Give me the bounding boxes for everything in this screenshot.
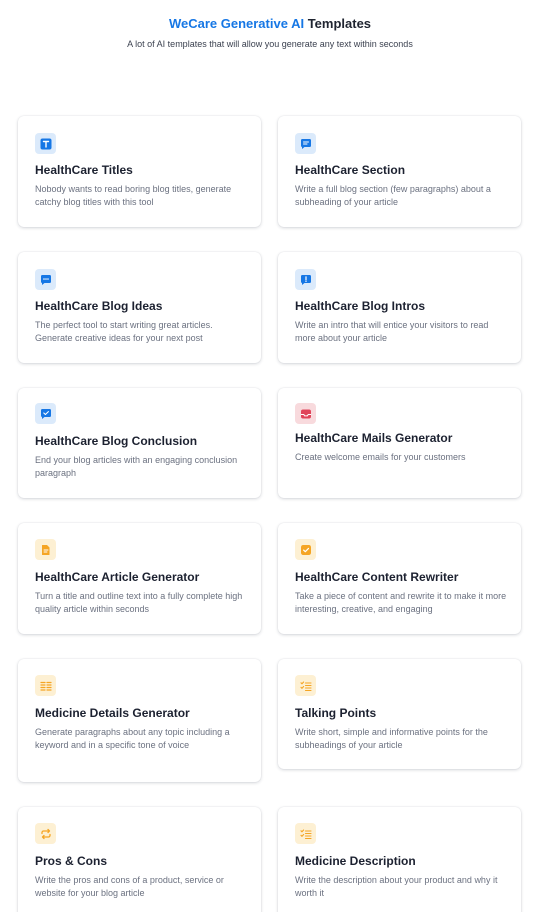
card-description: Nobody wants to read boring blog titles,… bbox=[35, 184, 232, 207]
card-description: Write an intro that will entice your vis… bbox=[295, 320, 489, 343]
card-description: Write the description about your product… bbox=[295, 875, 498, 898]
card-title: HealthCare Blog Conclusion bbox=[35, 434, 198, 448]
title-suffix: Templates bbox=[304, 16, 372, 31]
page-header: WeCare Generative AI Templates A lot of … bbox=[0, 16, 540, 50]
template-card-talking-points[interactable]: Talking Points Write short, simple and i… bbox=[278, 659, 521, 769]
repeat-icon bbox=[35, 823, 56, 844]
chat-check-icon bbox=[35, 403, 56, 424]
template-card-healthcare-blog-conclusion[interactable]: HealthCare Blog Conclusion End your blog… bbox=[18, 388, 261, 498]
page-title: WeCare Generative AI Templates bbox=[0, 16, 540, 32]
template-card-healthcare-mails-generator[interactable]: HealthCare Mails Generator Create welcom… bbox=[278, 388, 521, 498]
checkbox-icon bbox=[295, 539, 316, 560]
card-title: HealthCare Mails Generator bbox=[295, 431, 453, 445]
text-title-icon bbox=[35, 133, 56, 154]
card-description: End your blog articles with an engaging … bbox=[35, 455, 238, 478]
document-icon bbox=[35, 539, 56, 560]
chat-dots-icon bbox=[35, 269, 56, 290]
checklist-icon bbox=[295, 675, 316, 696]
card-description: Write the pros and cons of a product, se… bbox=[35, 875, 224, 898]
card-description: The perfect tool to start writing great … bbox=[35, 320, 213, 343]
template-card-medicine-details-generator[interactable]: Medicine Details Generator Generate para… bbox=[18, 659, 261, 782]
card-title: HealthCare Section bbox=[295, 163, 406, 177]
card-description: Write short, simple and informative poin… bbox=[295, 727, 488, 750]
card-description: Turn a title and outline text into a ful… bbox=[35, 591, 243, 614]
template-card-medicine-description[interactable]: Medicine Description Write the descripti… bbox=[278, 807, 521, 912]
columns-icon bbox=[35, 675, 56, 696]
card-title: HealthCare Article Generator bbox=[35, 570, 200, 584]
template-card-healthcare-article-generator[interactable]: HealthCare Article Generator Turn a titl… bbox=[18, 523, 261, 634]
template-card-healthcare-section[interactable]: HealthCare Section Write a full blog sec… bbox=[278, 116, 521, 227]
card-description: Create welcome emails for your customers bbox=[295, 452, 466, 462]
message-icon bbox=[295, 133, 316, 154]
template-card-healthcare-blog-ideas[interactable]: HealthCare Blog Ideas The perfect tool t… bbox=[18, 252, 261, 363]
card-title: Medicine Details Generator bbox=[35, 706, 190, 720]
card-title: HealthCare Blog Intros bbox=[295, 299, 426, 313]
chat-alert-icon bbox=[295, 269, 316, 290]
card-description: Generate paragraphs about any topic incl… bbox=[35, 727, 230, 750]
template-card-healthcare-titles[interactable]: HealthCare Titles Nobody wants to read b… bbox=[18, 116, 261, 227]
card-title: HealthCare Content Rewriter bbox=[295, 570, 459, 584]
card-title: Medicine Description bbox=[295, 854, 416, 868]
card-title: Talking Points bbox=[295, 706, 377, 720]
list-check-icon bbox=[295, 823, 316, 844]
template-card-healthcare-content-rewriter[interactable]: HealthCare Content Rewriter Take a piece… bbox=[278, 523, 521, 634]
card-description: Write a full blog section (few paragraph… bbox=[295, 184, 491, 207]
inbox-icon bbox=[295, 403, 316, 424]
card-description: Take a piece of content and rewrite it t… bbox=[295, 591, 507, 614]
card-title: HealthCare Titles bbox=[35, 163, 133, 177]
brand-name: WeCare Generative AI bbox=[168, 16, 305, 31]
template-card-pros-and-cons[interactable]: Pros & Cons Write the pros and cons of a… bbox=[18, 807, 261, 912]
card-title: Pros & Cons bbox=[35, 854, 108, 868]
template-card-healthcare-blog-intros[interactable]: HealthCare Blog Intros Write an intro th… bbox=[278, 252, 521, 363]
page-subtitle: A lot of AI templates that will allow yo… bbox=[127, 39, 413, 49]
card-title: HealthCare Blog Ideas bbox=[35, 299, 163, 313]
